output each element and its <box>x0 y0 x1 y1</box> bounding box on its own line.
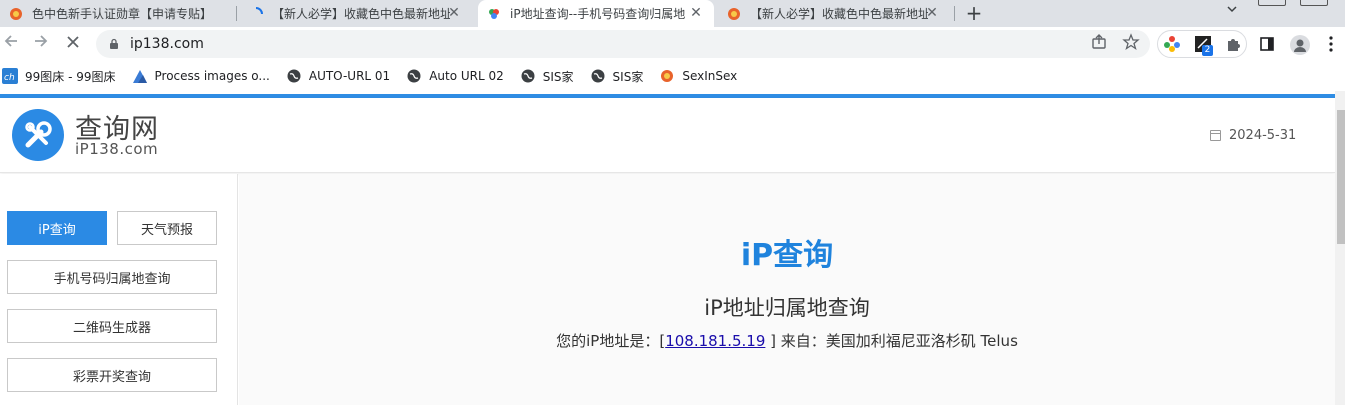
share-icon[interactable] <box>1090 33 1108 51</box>
page-viewport: 查询网 iP138.com 2024-5-31 iP查询 天气预报 手机号码归属… <box>0 91 1335 405</box>
colorful-favicon-icon <box>486 6 502 22</box>
bookmark-sis-1[interactable]: SIS家 <box>520 68 574 85</box>
tab-close-icon[interactable]: ✕ <box>688 5 704 21</box>
date-text: 2024-5-31 <box>1229 128 1297 143</box>
bookmark-star-icon[interactable] <box>1122 33 1140 51</box>
tab-title: 【新人必学】收藏色中色最新地址 <box>272 7 450 21</box>
wrench-logo-icon[interactable] <box>12 109 64 161</box>
bookmark-label: SIS家 <box>542 69 574 84</box>
svg-text:ch: ch <box>4 73 15 83</box>
mountain-icon <box>132 68 148 84</box>
tab-0[interactable]: 色中色新手认证勋章【申请专贴】 <box>0 0 232 27</box>
new-tab-button[interactable]: + <box>962 0 986 27</box>
colorful-extension-icon[interactable] <box>1163 35 1181 53</box>
date-display: 2024-5-31 <box>1210 128 1296 143</box>
browser-toolbar: ip138.com 2 <box>0 27 1345 61</box>
ip-result: 您的iP地址是：[108.181.5.19 ] 来自：美国加利福尼亚洛杉矶 Te… <box>239 330 1335 351</box>
forward-arrow-icon[interactable] <box>30 33 52 55</box>
loading-favicon-icon <box>248 6 264 22</box>
globe-icon <box>590 68 606 84</box>
stop-loading-icon[interactable] <box>62 33 84 55</box>
tab-title: iP地址查询--手机号码查询归属地 <box>510 7 686 21</box>
window-control[interactable] <box>1258 0 1286 6</box>
bookmark-label: 99图床 - 99图床 <box>25 69 116 84</box>
bookmarks-bar: ch 99图床 - 99图床 Process images o... AUTO-… <box>0 61 1345 91</box>
bookmark-sexinsex[interactable]: SexInSex <box>659 68 737 84</box>
tab-2-active[interactable]: iP地址查询--手机号码查询归属地 ✕ <box>478 0 714 27</box>
ip-query-button[interactable]: iP查询 <box>7 211 107 245</box>
tab-strip: 色中色新手认证勋章【申请专贴】 【新人必学】收藏色中色最新地址 ✕ iP地址查询… <box>0 0 1345 27</box>
scrollbar-thumb[interactable] <box>1337 110 1345 244</box>
bookmark-label: SIS家 <box>612 69 644 84</box>
bookmark-label: Auto URL 02 <box>429 69 504 83</box>
tab-search-chevron-icon[interactable] <box>1226 3 1238 18</box>
site-domain[interactable]: iP138.com <box>75 140 158 158</box>
qr-code-button[interactable]: 二维码生成器 <box>7 309 217 343</box>
side-panel-icon[interactable] <box>1258 35 1276 53</box>
sidebar: iP查询 天气预报 手机号码归属地查询 二维码生成器 彩票开奖查询 <box>0 174 238 405</box>
bookmark-auto-url-01[interactable]: AUTO-URL 01 <box>286 68 390 84</box>
bookmark-label: SexInSex <box>682 69 738 83</box>
flower-favicon-icon <box>726 6 742 22</box>
flower-favicon-icon <box>8 6 24 22</box>
extension-badge: 2 <box>1202 45 1213 56</box>
bookmark-label: AUTO-URL 01 <box>308 69 391 83</box>
tab-separator <box>954 6 955 21</box>
lottery-button[interactable]: 彩票开奖查询 <box>7 358 217 392</box>
window-control[interactable] <box>1300 0 1328 6</box>
tab-close-icon[interactable]: ✕ <box>924 5 940 21</box>
tab-1[interactable]: 【新人必学】收藏色中色最新地址 ✕ <box>240 0 472 27</box>
ch-icon: ch <box>2 68 18 84</box>
tab-3[interactable]: 【新人必学】收藏色中色最新地址 ✕ <box>718 0 950 27</box>
page-subtitle: iP地址归属地查询 <box>704 296 870 320</box>
address-bar[interactable]: ip138.com <box>96 30 1150 58</box>
tab-separator <box>236 6 237 21</box>
tab-close-icon[interactable]: ✕ <box>446 5 462 21</box>
tab-title: 【新人必学】收藏色中色最新地址 <box>750 7 928 21</box>
tab-title: 色中色新手认证勋章【申请专贴】 <box>32 7 213 21</box>
globe-icon <box>406 68 422 84</box>
ip-location: ] 来自：美国加利福尼亚洛杉矶 Telus <box>765 332 1018 350</box>
flower-icon <box>659 68 675 84</box>
bookmark-process-images[interactable]: Process images o... <box>132 68 270 84</box>
dark-extension-icon[interactable]: 2 <box>1194 35 1213 56</box>
phone-lookup-button[interactable]: 手机号码归属地查询 <box>7 260 217 294</box>
bookmark-99tuchuang[interactable]: ch 99图床 - 99图床 <box>2 68 116 85</box>
ip-address-link[interactable]: 108.181.5.19 <box>665 332 765 350</box>
profile-avatar-icon[interactable] <box>1290 35 1310 55</box>
weather-button[interactable]: 天气预报 <box>117 211 217 245</box>
extensions-group: 2 <box>1157 30 1247 58</box>
back-arrow-icon[interactable] <box>0 33 22 55</box>
calendar-icon <box>1210 130 1221 141</box>
bookmark-auto-url-02[interactable]: Auto URL 02 <box>406 68 504 84</box>
menu-kebab-icon[interactable] <box>1324 35 1342 53</box>
url-text: ip138.com <box>130 36 204 52</box>
globe-icon <box>520 68 536 84</box>
main-content: iP查询 iP地址归属地查询 您的iP地址是：[108.181.5.19 ] 来… <box>239 174 1335 405</box>
lock-icon[interactable] <box>108 38 120 50</box>
bookmark-label: Process images o... <box>154 69 270 83</box>
puzzle-icon[interactable] <box>1224 35 1242 53</box>
site-header: 查询网 iP138.com 2024-5-31 <box>0 98 1335 173</box>
globe-icon <box>286 68 302 84</box>
page-title: iP查询 <box>740 238 834 273</box>
bookmark-sis-2[interactable]: SIS家 <box>590 68 644 85</box>
ip-prefix: 您的iP地址是：[ <box>556 332 666 350</box>
